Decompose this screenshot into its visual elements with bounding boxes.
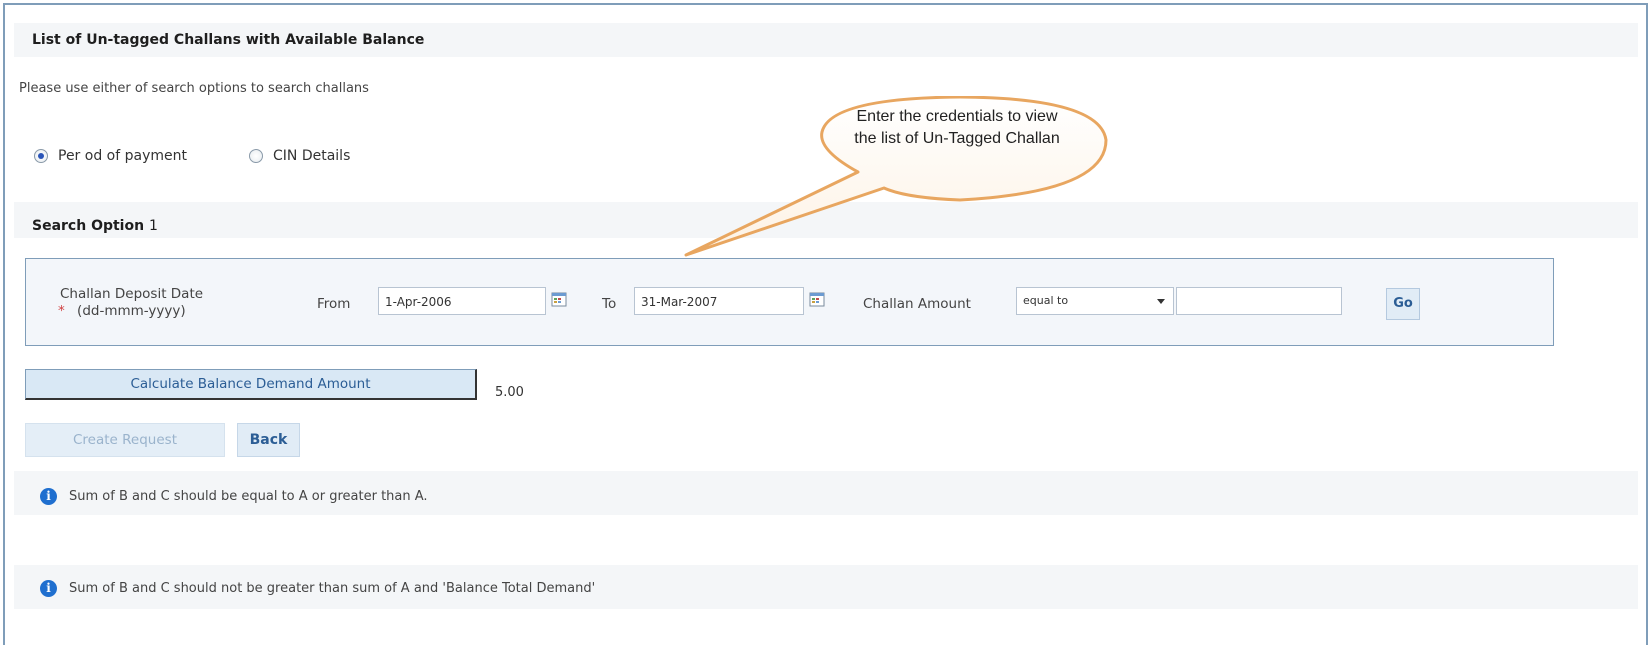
search-instructions: Please use either of search options to s… — [19, 81, 369, 96]
deposit-date-label: Challan Deposit Date — [60, 286, 204, 302]
radio-label-period: Per od of payment — [58, 148, 187, 164]
radio-cin-details[interactable]: CIN Details — [249, 146, 350, 166]
chevron-down-icon — [1157, 299, 1165, 304]
radio-period-of-payment[interactable]: Per od of payment — [34, 146, 187, 166]
info-icon: i — [40, 488, 57, 505]
info-text-2: Sum of B and C should not be greater tha… — [69, 581, 596, 596]
radio-checked-icon[interactable] — [34, 149, 48, 163]
date-format-text: (dd-mmm-yyyy) — [77, 303, 186, 319]
amount-operator-value: equal to — [1023, 294, 1069, 307]
radio-label-cin: CIN Details — [273, 148, 351, 164]
to-date-input[interactable]: 31-Mar-2007 — [634, 287, 804, 315]
calculate-balance-button[interactable]: Calculate Balance Demand Amount — [25, 369, 477, 400]
search-option-title: Search Option 1 — [32, 218, 158, 234]
to-label: To — [602, 296, 617, 312]
challan-amount-input[interactable] — [1176, 287, 1342, 315]
from-calendar-icon[interactable] — [551, 291, 567, 307]
info-message-1: i Sum of B and C should be equal to A or… — [40, 488, 428, 505]
balance-demand-amount: 5.00 — [495, 385, 524, 400]
info-text-1: Sum of B and C should be equal to A or g… — [69, 489, 428, 504]
page-title: List of Un-tagged Challans with Availabl… — [32, 32, 425, 48]
go-button[interactable]: Go — [1386, 288, 1420, 320]
info-icon: i — [40, 580, 57, 597]
amount-operator-select[interactable]: equal to — [1016, 287, 1174, 315]
search-option-title-text: Search Option — [32, 218, 145, 234]
create-request-button: Create Request — [25, 423, 225, 457]
to-calendar-icon[interactable] — [809, 291, 825, 307]
search-option-number: 1 — [148, 218, 158, 234]
radio-unchecked-icon[interactable] — [249, 149, 263, 163]
date-format-label: * (dd-mmm-yyyy) — [58, 303, 186, 319]
from-date-input[interactable]: 1-Apr-2006 — [378, 287, 546, 315]
from-label: From — [317, 296, 351, 312]
info-message-2: i Sum of B and C should not be greater t… — [40, 580, 595, 597]
required-asterisk: * — [58, 303, 65, 319]
challan-amount-label: Challan Amount — [863, 296, 971, 312]
back-button[interactable]: Back — [237, 423, 300, 457]
callout-text: Enter the credentials to view the list o… — [854, 108, 1060, 147]
